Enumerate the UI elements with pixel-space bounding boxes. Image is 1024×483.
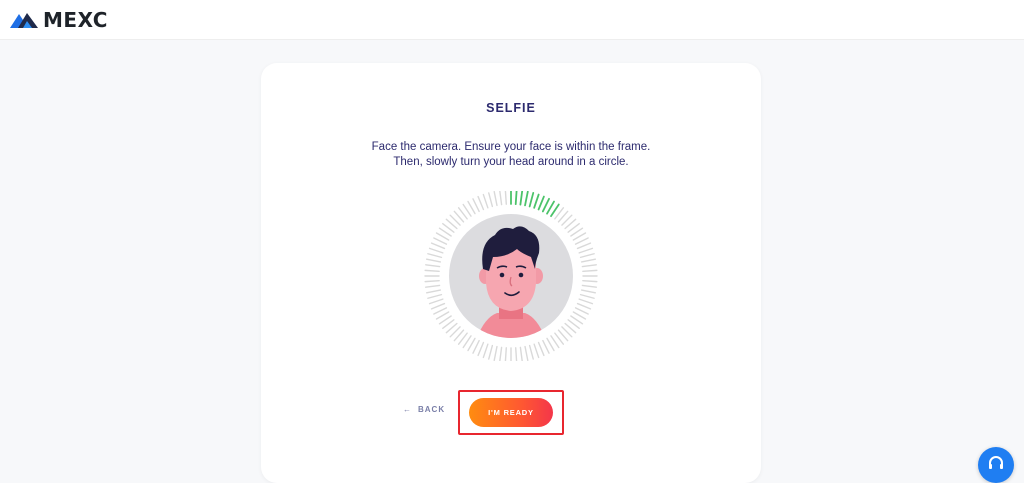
progress-tick xyxy=(533,343,540,359)
instruction-line-2: Then, slowly turn your head around in a … xyxy=(393,156,629,168)
progress-tick xyxy=(581,264,597,268)
progress-tick xyxy=(433,237,448,245)
progress-tick-complete xyxy=(541,197,550,213)
headset-icon xyxy=(989,456,1003,469)
mexc-logo[interactable]: MEXC xyxy=(10,9,108,31)
im-ready-button[interactable]: I'M READY xyxy=(469,398,553,427)
back-button[interactable]: ← BACK xyxy=(403,405,451,414)
progress-tick xyxy=(580,258,597,263)
selfie-instructions: Face the camera. Ensure your face is wit… xyxy=(261,140,761,170)
progress-tick xyxy=(488,192,494,208)
progress-tick-complete xyxy=(519,189,524,206)
help-chat-button[interactable] xyxy=(978,447,1014,483)
progress-tick xyxy=(424,280,440,283)
progress-tick xyxy=(574,307,589,315)
progress-tick xyxy=(493,190,498,207)
progress-tick xyxy=(433,307,448,315)
progress-tick xyxy=(579,293,595,299)
back-label: BACK xyxy=(418,405,446,414)
progress-tick xyxy=(482,343,489,359)
brand-name: MEXC xyxy=(43,8,108,32)
top-header: MEXC xyxy=(0,0,1024,40)
progress-tick xyxy=(582,280,598,283)
progress-tick xyxy=(477,195,485,211)
progress-tick xyxy=(528,344,534,360)
progress-tick xyxy=(430,242,446,250)
instruction-line-1: Face the camera. Ensure your face is wit… xyxy=(371,141,651,153)
progress-tick xyxy=(428,298,444,305)
progress-tick xyxy=(493,345,498,362)
progress-tick xyxy=(546,337,555,352)
progress-tick xyxy=(467,337,476,352)
progress-tick xyxy=(504,189,507,205)
page-title: SELFIE xyxy=(486,101,536,115)
progress-tick-complete xyxy=(537,195,545,211)
progress-tick xyxy=(488,344,494,360)
progress-tick xyxy=(425,258,442,263)
progress-tick-complete xyxy=(514,189,518,206)
progress-tick xyxy=(425,264,441,268)
progress-tick-complete xyxy=(524,190,529,207)
arrow-left-icon: ← xyxy=(403,405,412,414)
progress-tick xyxy=(524,345,529,362)
progress-tick xyxy=(427,293,443,299)
progress-tick-complete xyxy=(528,192,535,208)
progress-tick xyxy=(430,302,446,310)
progress-tick xyxy=(435,311,450,320)
progress-tick xyxy=(542,339,550,354)
progress-tick xyxy=(578,298,594,305)
progress-tick xyxy=(582,269,598,272)
progress-tick xyxy=(580,289,597,294)
progress-tick xyxy=(576,242,592,250)
progress-tick xyxy=(576,302,592,310)
progress-tick xyxy=(581,284,597,288)
progress-tick xyxy=(574,237,589,245)
progress-tick xyxy=(499,190,503,206)
progress-tick xyxy=(467,200,476,215)
progress-tick-complete xyxy=(533,193,540,209)
progress-tick xyxy=(537,341,545,357)
progress-tick xyxy=(515,347,518,363)
progress-tick xyxy=(424,269,440,272)
progress-tick xyxy=(499,346,503,362)
face-frame xyxy=(421,189,601,363)
progress-tick xyxy=(477,341,485,357)
progress-tick xyxy=(425,284,441,288)
mexc-mountain-icon xyxy=(10,13,38,28)
progress-tick xyxy=(572,232,587,241)
progress-tick xyxy=(472,198,480,213)
progress-tick xyxy=(578,247,594,254)
progress-tick xyxy=(425,289,442,294)
progress-tick xyxy=(504,347,507,363)
progress-tick xyxy=(427,253,443,259)
face-scan-graphic xyxy=(424,189,598,363)
progress-tick xyxy=(519,346,523,362)
progress-tick xyxy=(482,193,489,209)
progress-tick xyxy=(428,247,444,254)
progress-tick xyxy=(579,253,595,259)
progress-tick xyxy=(572,311,587,320)
progress-tick xyxy=(472,339,480,354)
selfie-card: SELFIE Face the camera. Ensure your face… xyxy=(261,63,761,483)
progress-tick xyxy=(435,232,450,241)
